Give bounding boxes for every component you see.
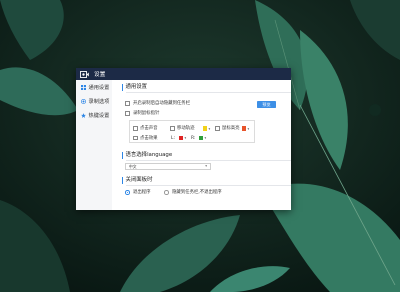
app-record-icon (80, 70, 89, 78)
right-click-label: R: (191, 135, 196, 141)
record-pointer-label: 录制鼠标指针 (133, 111, 160, 116)
pointer-effects-group: 点击声音 移动轨迹 ▾ 鼠标高亮 ▾ 点击效果 L: ▾ R: ▾ (129, 120, 255, 143)
hide-to-taskbar-radio[interactable] (164, 190, 169, 195)
sidebar-item-recording[interactable]: 录制选项 (76, 94, 112, 108)
sidebar-item-general[interactable]: 通用设置 (76, 80, 112, 94)
move-trail-color-swatch[interactable] (203, 126, 208, 131)
exit-program-radio[interactable] (125, 190, 130, 195)
sidebar-item-label: 热键设置 (88, 112, 110, 119)
pointer-highlight-checkbox[interactable] (215, 126, 220, 131)
hide-taskbar-label: 开启录制后自动隐藏到任务栏 (133, 101, 191, 106)
language-select[interactable]: 中文 ▾ (125, 163, 211, 170)
star-icon (81, 112, 86, 118)
settings-window: 设置 通用设置 录制选项 热键设置 通用设置 开启录制后自动隐藏到任务栏 录制鼠… (76, 68, 291, 210)
hide-taskbar-checkbox[interactable] (125, 101, 130, 106)
settings-content: 通用设置 开启录制后自动隐藏到任务栏 录制鼠标指针 预览 点击声音 移动轨迹 ▾… (112, 80, 291, 210)
move-trail-label: 移动轨迹 (177, 126, 195, 131)
hide-to-taskbar-label: 隐藏到任务栏,不退出程序 (172, 190, 222, 195)
section-general-title: 通用设置 (122, 84, 291, 93)
click-effect-checkbox[interactable] (133, 135, 138, 140)
left-click-color-swatch[interactable] (179, 135, 184, 141)
title-bar[interactable]: 设置 (76, 68, 291, 80)
exit-program-label: 退出程序 (133, 190, 151, 195)
record-pointer-checkbox[interactable] (125, 111, 130, 116)
sidebar-item-label: 录制选项 (88, 98, 110, 105)
record-icon (81, 98, 86, 104)
left-click-label: L: (171, 135, 175, 141)
chevron-down-icon[interactable]: ▾ (209, 127, 211, 131)
preview-button[interactable]: 预览 (257, 100, 276, 108)
grid-icon (81, 84, 86, 90)
move-trail-checkbox[interactable] (170, 126, 175, 131)
chevron-down-icon[interactable]: ▾ (205, 136, 207, 140)
chevron-down-icon[interactable]: ▾ (248, 127, 250, 131)
pointer-highlight-label: 鼠标高亮 (222, 126, 240, 131)
click-effect-label: 点击效果 (140, 135, 158, 141)
language-selected-value: 中文 (129, 164, 137, 169)
chevron-down-icon: ▾ (205, 164, 207, 168)
section-language-title: 语言选择language (122, 152, 291, 161)
window-title: 设置 (94, 72, 106, 78)
pointer-highlight-color-swatch[interactable] (242, 126, 247, 131)
click-sound-label: 点击声音 (140, 126, 158, 131)
sidebar-item-label: 通用设置 (88, 84, 110, 91)
click-sound-checkbox[interactable] (133, 126, 138, 131)
settings-sidebar: 通用设置 录制选项 热键设置 (76, 80, 112, 210)
chevron-down-icon[interactable]: ▾ (185, 136, 187, 140)
section-close-panel-title: 关闭面板时 (122, 177, 291, 186)
sidebar-item-hotkeys[interactable]: 热键设置 (76, 108, 112, 122)
right-click-color-swatch[interactable] (199, 135, 204, 141)
